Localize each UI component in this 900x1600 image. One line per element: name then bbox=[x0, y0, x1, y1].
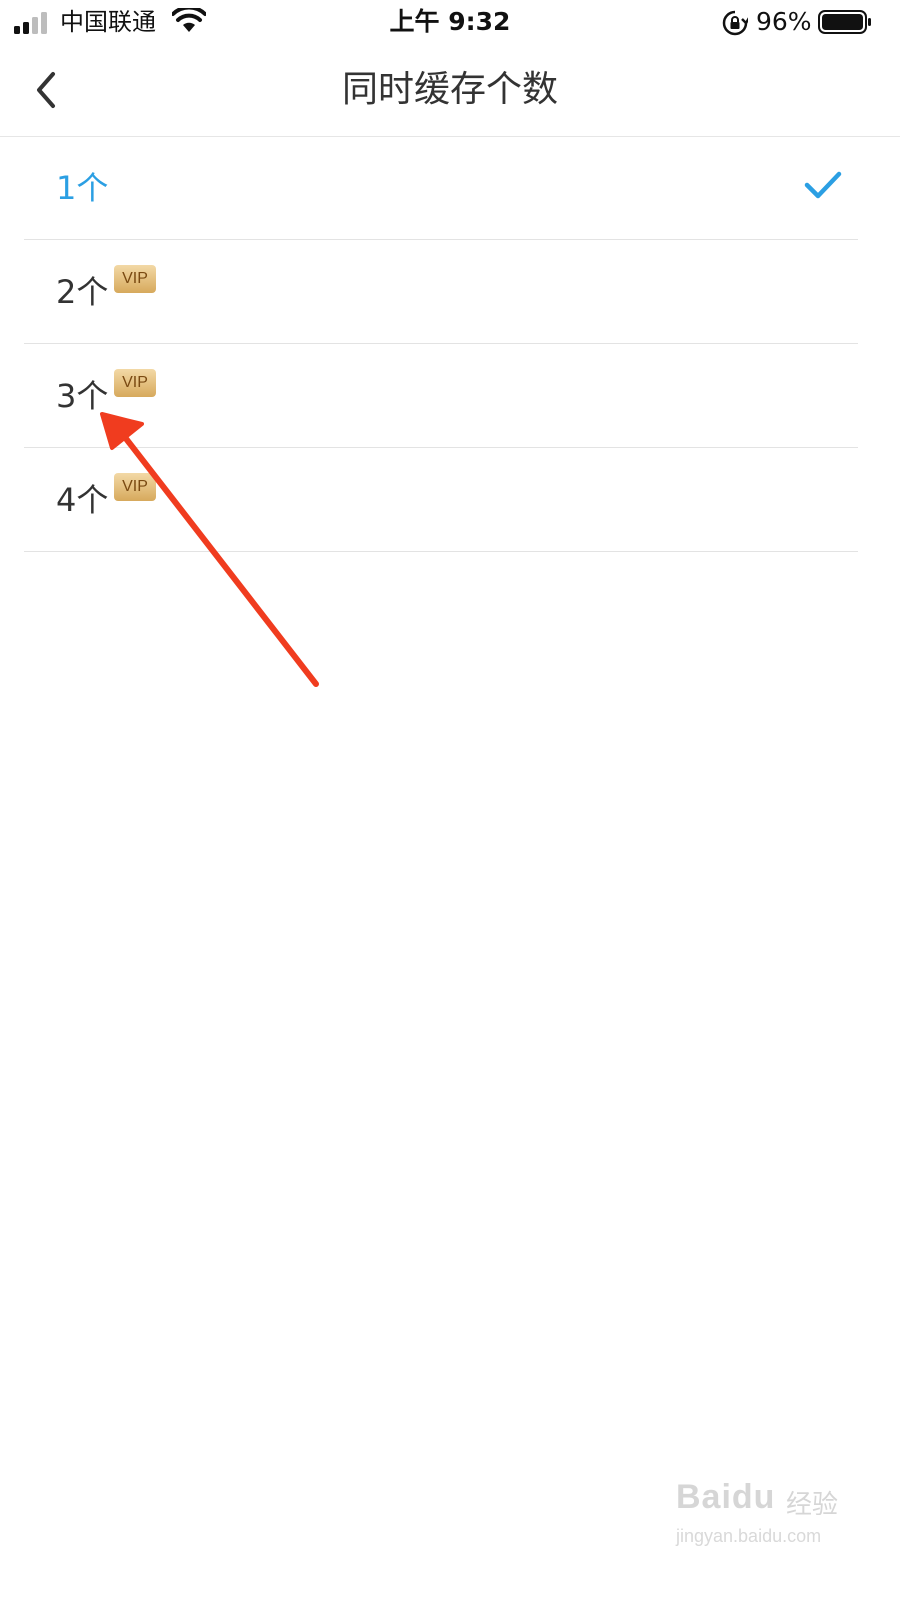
vip-badge: VIP bbox=[114, 265, 156, 293]
check-icon bbox=[804, 171, 842, 199]
option-3[interactable]: 3个 VIP bbox=[24, 344, 858, 448]
page-title: 同时缓存个数 bbox=[341, 69, 558, 110]
rotation-lock-icon bbox=[722, 10, 748, 36]
option-1[interactable]: 1个 bbox=[24, 136, 858, 240]
watermark-url: jingyan.baidu.com bbox=[676, 1526, 822, 1546]
status-bar: 中国联通 上午 9:32 96% bbox=[0, 0, 900, 44]
option-4[interactable]: 4个 VIP bbox=[24, 448, 858, 552]
option-label: 2个 bbox=[56, 273, 109, 311]
baidu-jingyan-watermark: Baidu 经验 jingyan.baidu.com bbox=[676, 1470, 846, 1560]
watermark-logo: Baidu bbox=[676, 1478, 776, 1516]
screen: 中国联通 上午 9:32 96% 同时缓存个数 1个 2个 VIP 3个 VIP… bbox=[0, 0, 900, 1600]
option-label: 3个 bbox=[56, 377, 109, 415]
option-label: 4个 bbox=[56, 481, 109, 519]
vip-badge: VIP bbox=[114, 473, 156, 501]
option-2[interactable]: 2个 VIP bbox=[24, 240, 858, 344]
battery-percentage: 96% bbox=[756, 7, 812, 36]
watermark-brand: 经验 bbox=[786, 1490, 839, 1520]
vip-badge: VIP bbox=[114, 369, 156, 397]
option-label: 1个 bbox=[56, 169, 109, 207]
navigation-bar: 同时缓存个数 bbox=[0, 44, 900, 137]
battery-icon bbox=[818, 10, 871, 34]
cache-count-options: 1个 2个 VIP 3个 VIP 4个 VIP bbox=[24, 136, 858, 552]
